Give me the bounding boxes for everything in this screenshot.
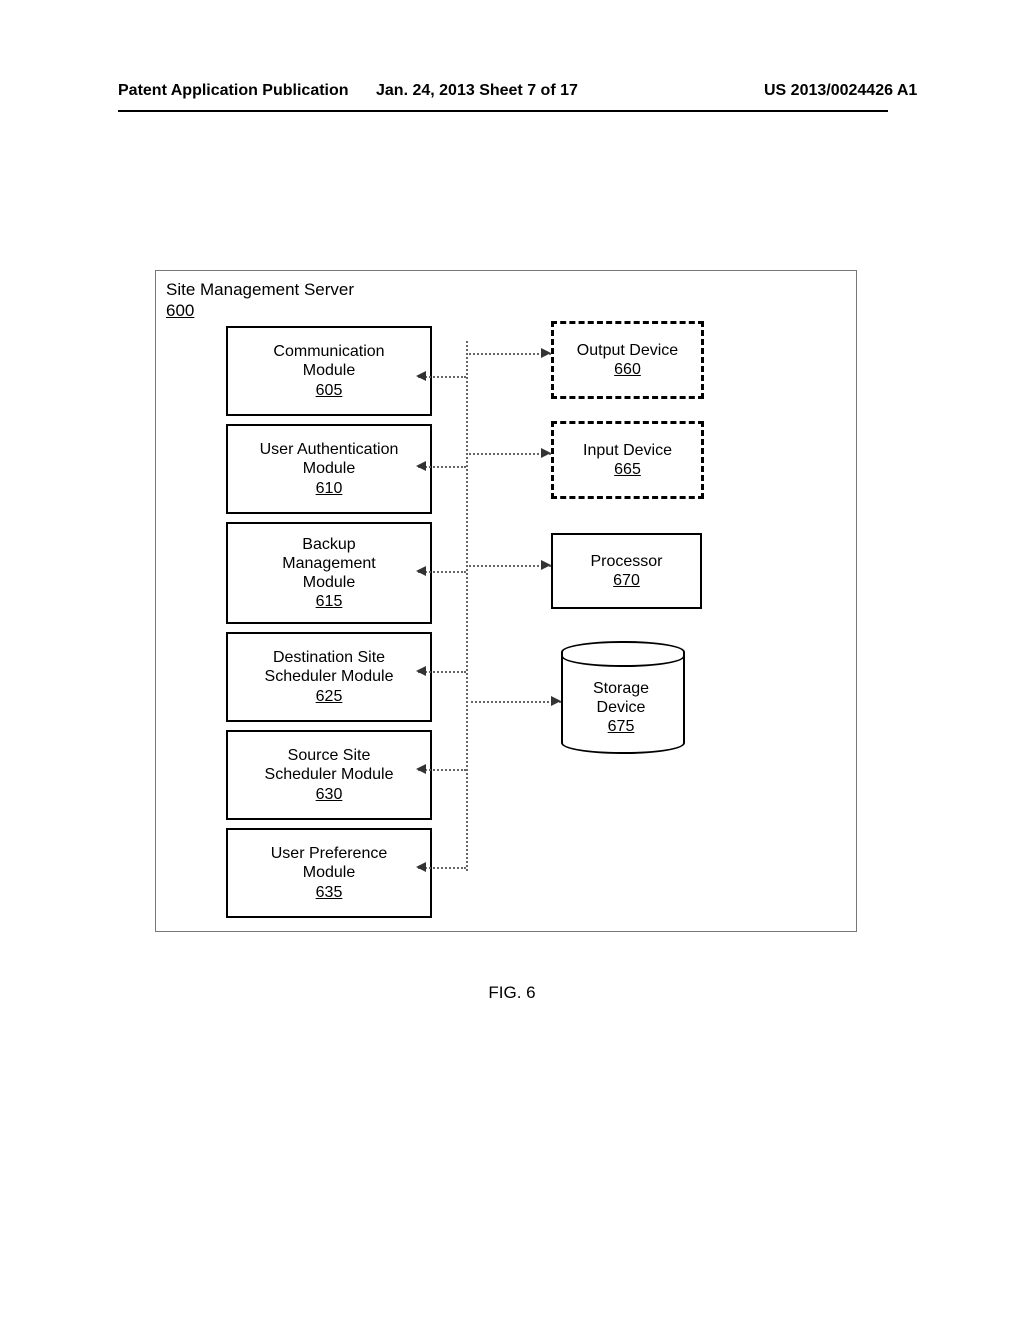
input-device-box: Input Device 665 xyxy=(551,421,704,499)
cylinder-top-icon xyxy=(561,641,685,667)
conn-input xyxy=(466,453,551,455)
input-device-label: Input Device xyxy=(583,441,672,460)
arrow-module4-icon xyxy=(416,764,426,774)
conn-processor xyxy=(466,565,551,567)
bus-vertical-line xyxy=(466,341,468,871)
arrow-input-icon xyxy=(541,448,551,458)
module-source-scheduler: Source Site Scheduler Module 630 xyxy=(226,730,432,820)
header-rule xyxy=(118,110,888,112)
arrow-processor-icon xyxy=(541,560,551,570)
container-title: Site Management Server 600 xyxy=(166,279,354,322)
conn-output xyxy=(466,353,551,355)
header-left-text: Patent Application Publication xyxy=(118,82,349,100)
module-dest-scheduler-label: Destination Site Scheduler Module xyxy=(265,648,394,686)
header-right-text: US 2013/0024426 A1 xyxy=(764,82,917,100)
storage-device-ref: 675 xyxy=(608,718,635,735)
arrow-module3-icon xyxy=(416,666,426,676)
module-dest-scheduler-ref: 625 xyxy=(316,687,343,706)
module-source-scheduler-label: Source Site Scheduler Module xyxy=(265,746,394,784)
page-header: Patent Application Publication Jan. 24, … xyxy=(0,82,1024,110)
conn-storage xyxy=(466,701,561,703)
arrow-output-icon xyxy=(541,348,551,358)
container-ref: 600 xyxy=(166,301,194,320)
module-user-preference-label: User Preference Module xyxy=(271,844,388,882)
site-management-server-box: Site Management Server 600 Communication… xyxy=(155,270,857,932)
storage-device-cylinder: Storage Device 675 xyxy=(561,641,681,761)
module-backup-mgmt: Backup Management Module 615 xyxy=(226,522,432,624)
output-device-ref: 660 xyxy=(614,360,641,379)
arrow-module0-icon xyxy=(416,371,426,381)
processor-box: Processor 670 xyxy=(551,533,702,609)
output-device-label: Output Device xyxy=(577,341,678,360)
arrow-storage-icon xyxy=(551,696,561,706)
module-backup-mgmt-label: Backup Management Module xyxy=(282,535,375,593)
module-communication: Communication Module 605 xyxy=(226,326,432,416)
processor-ref: 670 xyxy=(613,571,640,590)
module-backup-mgmt-ref: 615 xyxy=(316,592,343,611)
module-user-auth: User Authentication Module 610 xyxy=(226,424,432,514)
storage-device-label-wrap: Storage Device 675 xyxy=(561,679,681,737)
module-dest-scheduler: Destination Site Scheduler Module 625 xyxy=(226,632,432,722)
patent-page: Patent Application Publication Jan. 24, … xyxy=(0,0,1024,1320)
arrow-module2-icon xyxy=(416,566,426,576)
arrow-module1-icon xyxy=(416,461,426,471)
storage-device-label: Storage Device xyxy=(593,680,649,716)
processor-label: Processor xyxy=(590,552,662,571)
module-user-preference: User Preference Module 635 xyxy=(226,828,432,918)
module-communication-ref: 605 xyxy=(316,381,343,400)
container-title-text: Site Management Server xyxy=(166,280,354,299)
arrow-module5-icon xyxy=(416,862,426,872)
module-source-scheduler-ref: 630 xyxy=(316,785,343,804)
module-communication-label: Communication Module xyxy=(273,342,384,380)
module-user-preference-ref: 635 xyxy=(316,883,343,902)
input-device-ref: 665 xyxy=(614,460,641,479)
header-mid-text: Jan. 24, 2013 Sheet 7 of 17 xyxy=(376,82,578,100)
figure-caption: FIG. 6 xyxy=(0,983,1024,1003)
module-user-auth-ref: 610 xyxy=(316,479,343,498)
module-user-auth-label: User Authentication Module xyxy=(260,440,399,478)
output-device-box: Output Device 660 xyxy=(551,321,704,399)
